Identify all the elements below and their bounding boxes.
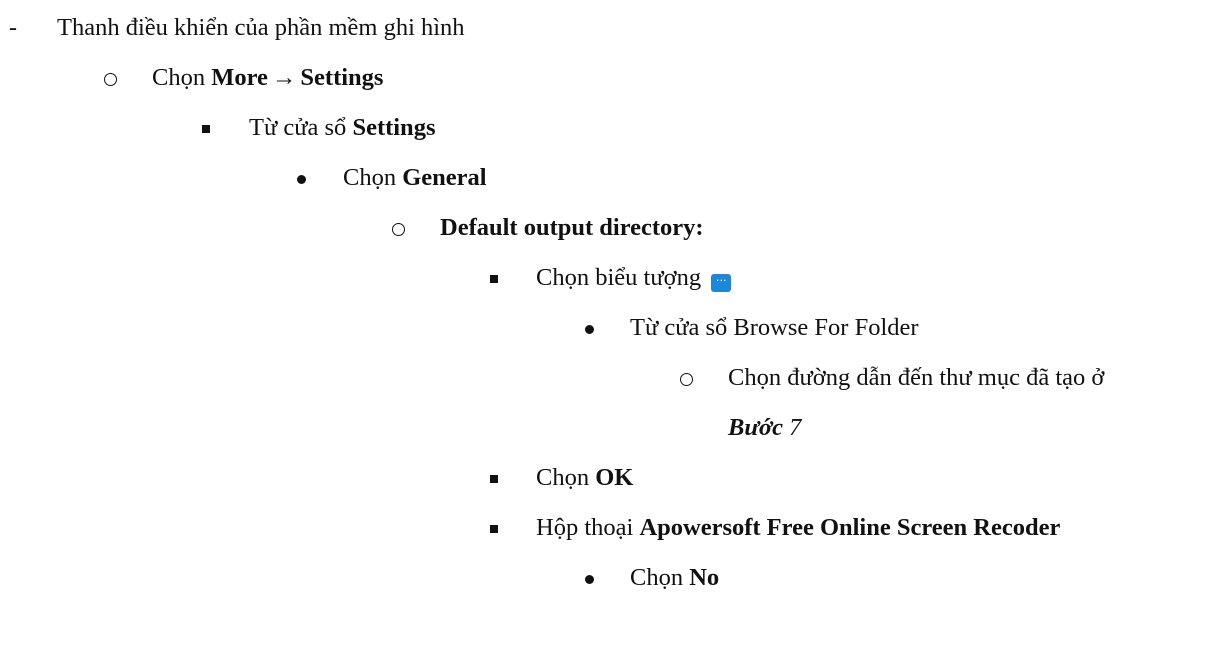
list-item: Chọn No [630, 564, 720, 591]
list-item: Chọn đường dẫn đến thư mục đã tạo ở [728, 364, 1105, 391]
circle-bullet [392, 213, 405, 243]
square-bullet [490, 463, 498, 493]
list-item-continuation: Bước 7 [728, 414, 802, 441]
list-item: Default output directory: [440, 214, 704, 241]
circle-bullet [104, 63, 117, 93]
square-bullet [490, 513, 498, 543]
ellipsis-icon: ··· [711, 274, 732, 292]
item-text: Thanh điều khiển của phần mềm ghi hình [57, 14, 465, 41]
dot-bullet [297, 163, 306, 193]
list-item: Chọn biểu tượng ··· [536, 263, 732, 293]
dot-bullet [585, 563, 594, 593]
list-item: Chọn More → Settings [152, 64, 384, 91]
dash-bullet: - [9, 15, 17, 41]
circle-bullet [680, 363, 693, 393]
arrow-right-icon: → [271, 64, 297, 91]
dot-bullet [585, 313, 594, 343]
list-item: Hộp thoại Apowersoft Free Online Screen … [536, 514, 1061, 541]
list-item: Chọn OK [536, 464, 634, 491]
list-item: Thanh điều khiển của phần mềm ghi hình [57, 13, 465, 43]
list-item: Từ cửa sổ Settings [249, 114, 436, 141]
list-item: Từ cửa sổ Browse For Folder [630, 314, 919, 341]
square-bullet [490, 263, 498, 293]
square-bullet [202, 113, 210, 143]
list-item: Chọn General [343, 164, 487, 191]
